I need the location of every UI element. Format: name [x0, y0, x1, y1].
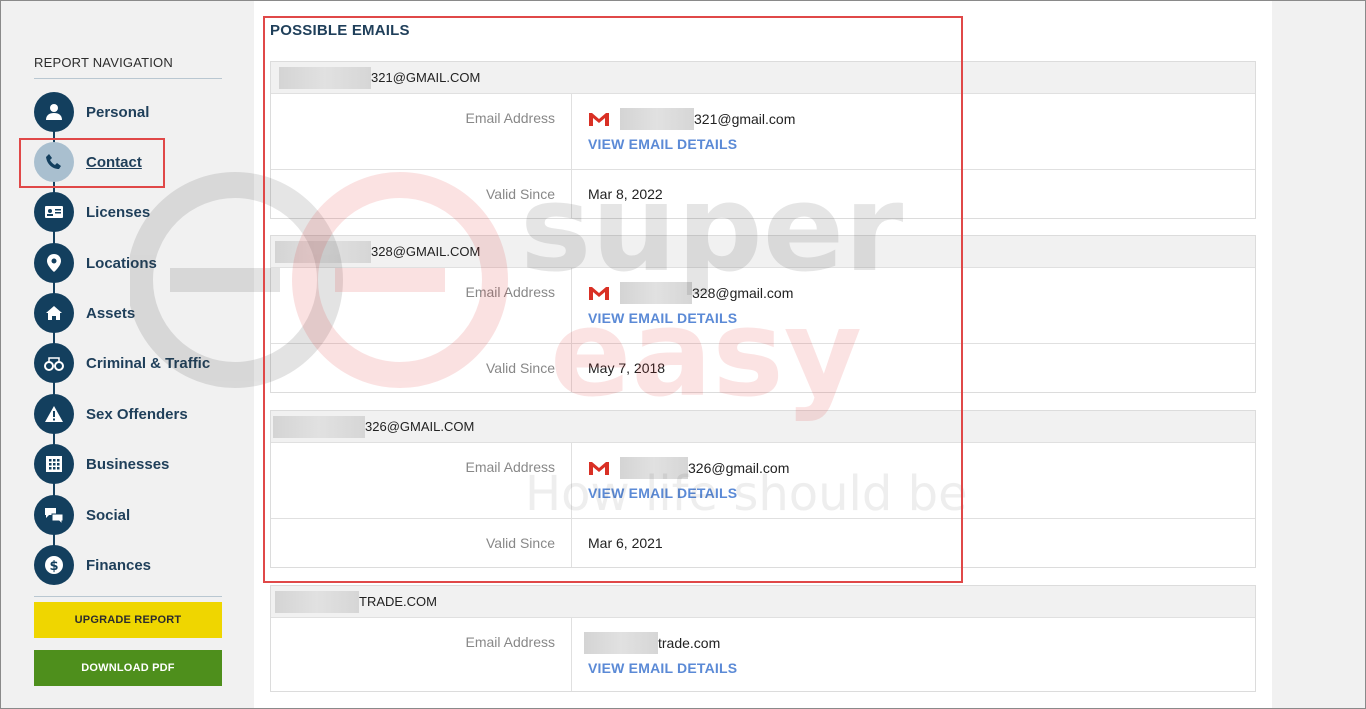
- sidebar-item-label: Sex Offenders: [86, 405, 188, 423]
- svg-text:$: $: [49, 559, 58, 574]
- valid-since-label: Valid Since: [271, 344, 572, 392]
- sidebar-item-label: Licenses: [86, 203, 151, 221]
- upgrade-report-button[interactable]: UPGRADE REPORT: [34, 602, 222, 638]
- person-icon: [34, 92, 74, 132]
- valid-since-value: Mar 8, 2022: [588, 186, 663, 202]
- email-card-title: 328@GMAIL.COM: [371, 244, 481, 259]
- view-email-details-link[interactable]: VIEW EMAIL DETAILS: [588, 485, 737, 501]
- email-address-label: Email Address: [271, 268, 572, 343]
- button-divider: [34, 596, 222, 597]
- redacted-block: [620, 282, 692, 304]
- valid-since-row: Valid Since May 7, 2018: [271, 343, 1255, 392]
- email-address-value: 326@gmail.com: [688, 460, 790, 476]
- email-address-label: Email Address: [271, 618, 572, 691]
- nav-divider: [34, 78, 222, 79]
- email-card-header: 328@GMAIL.COM: [271, 236, 1255, 267]
- email-card-1: 321@GMAIL.COM Email Address 321@gmail.co…: [270, 61, 1256, 219]
- download-pdf-button[interactable]: DOWNLOAD PDF: [34, 650, 222, 686]
- home-icon: [34, 293, 74, 333]
- email-card-4: TRADE.COM Email Address trade.com VIEW E…: [270, 585, 1256, 692]
- redacted-block: [620, 457, 688, 479]
- email-address-value: trade.com: [658, 635, 721, 651]
- redacted-block: [584, 632, 658, 654]
- handcuffs-icon: [34, 343, 74, 383]
- chat-icon: [34, 495, 74, 535]
- sidebar-item-label: Businesses: [86, 455, 170, 473]
- email-address-row: Email Address 321@gmail.com VIEW EMAIL D…: [271, 93, 1255, 169]
- section-title: POSSIBLE EMAILS: [270, 22, 410, 39]
- sidebar-item-businesses[interactable]: Businesses: [34, 444, 234, 484]
- email-card-header: 326@GMAIL.COM: [271, 411, 1255, 442]
- sidebar-item-label: Personal: [86, 103, 150, 121]
- valid-since-value: Mar 6, 2021: [588, 535, 663, 551]
- dollar-icon: $: [34, 545, 74, 585]
- redacted-block: [275, 240, 371, 263]
- right-gutter: [1272, 0, 1366, 709]
- building-icon: [34, 444, 74, 484]
- sidebar-item-label: Finances: [86, 556, 152, 574]
- email-card-header: TRADE.COM: [271, 586, 1255, 617]
- sidebar-item-criminal-traffic[interactable]: Criminal & Traffic: [34, 343, 234, 383]
- email-address-row: Email Address 326@gmail.com VIEW EMAIL D…: [271, 442, 1255, 518]
- view-email-details-link[interactable]: VIEW EMAIL DETAILS: [588, 660, 737, 676]
- email-card-2: 328@GMAIL.COM Email Address 328@gmail.co…: [270, 235, 1256, 393]
- report-navigation-sidebar: REPORT NAVIGATION Personal Contact Licen…: [0, 0, 254, 709]
- sidebar-item-label: Criminal & Traffic: [86, 354, 211, 372]
- redacted-block: [275, 590, 359, 613]
- sidebar-item-personal[interactable]: Personal: [34, 92, 234, 132]
- phone-icon: [34, 142, 74, 182]
- sidebar-item-label: Assets: [86, 304, 136, 322]
- sidebar-item-social[interactable]: Social: [34, 495, 234, 535]
- sidebar-item-licenses[interactable]: Licenses: [34, 192, 234, 232]
- redacted-block: [273, 415, 365, 438]
- redacted-block: [620, 108, 694, 130]
- email-address-value: 321@gmail.com: [694, 111, 796, 127]
- email-address-label: Email Address: [271, 443, 572, 518]
- email-card-title: 326@GMAIL.COM: [365, 419, 475, 434]
- email-address-label: Email Address: [271, 94, 572, 169]
- email-card-title: TRADE.COM: [359, 594, 437, 609]
- valid-since-row: Valid Since Mar 8, 2022: [271, 169, 1255, 218]
- redacted-block: [279, 66, 371, 89]
- gmail-icon: [589, 462, 609, 475]
- sidebar-item-sex-offenders[interactable]: Sex Offenders: [34, 394, 234, 434]
- email-card-header: 321@GMAIL.COM: [271, 62, 1255, 93]
- view-email-details-link[interactable]: VIEW EMAIL DETAILS: [588, 310, 737, 326]
- map-pin-icon: [34, 243, 74, 283]
- valid-since-label: Valid Since: [271, 170, 572, 218]
- valid-since-value: May 7, 2018: [588, 360, 666, 376]
- gmail-icon: [589, 113, 609, 126]
- sidebar-item-locations[interactable]: Locations: [34, 243, 234, 283]
- email-address-row: Email Address 328@gmail.com VIEW EMAIL D…: [271, 267, 1255, 343]
- warning-icon: [34, 394, 74, 434]
- sidebar-item-assets[interactable]: Assets: [34, 293, 234, 333]
- email-card-title: 321@GMAIL.COM: [371, 70, 481, 85]
- nav-title: REPORT NAVIGATION: [34, 55, 173, 70]
- email-address-row: Email Address trade.com VIEW EMAIL DETAI…: [271, 617, 1255, 691]
- gmail-icon: [589, 287, 609, 300]
- id-card-icon: [34, 192, 74, 232]
- sidebar-item-finances[interactable]: $ Finances: [34, 545, 234, 585]
- sidebar-item-label: Locations: [86, 254, 157, 272]
- view-email-details-link[interactable]: VIEW EMAIL DETAILS: [588, 136, 737, 152]
- valid-since-label: Valid Since: [271, 519, 572, 567]
- email-address-value: 328@gmail.com: [692, 285, 794, 301]
- valid-since-row: Valid Since Mar 6, 2021: [271, 518, 1255, 567]
- sidebar-item-label: Social: [86, 506, 131, 524]
- email-card-3: 326@GMAIL.COM Email Address 326@gmail.co…: [270, 410, 1256, 568]
